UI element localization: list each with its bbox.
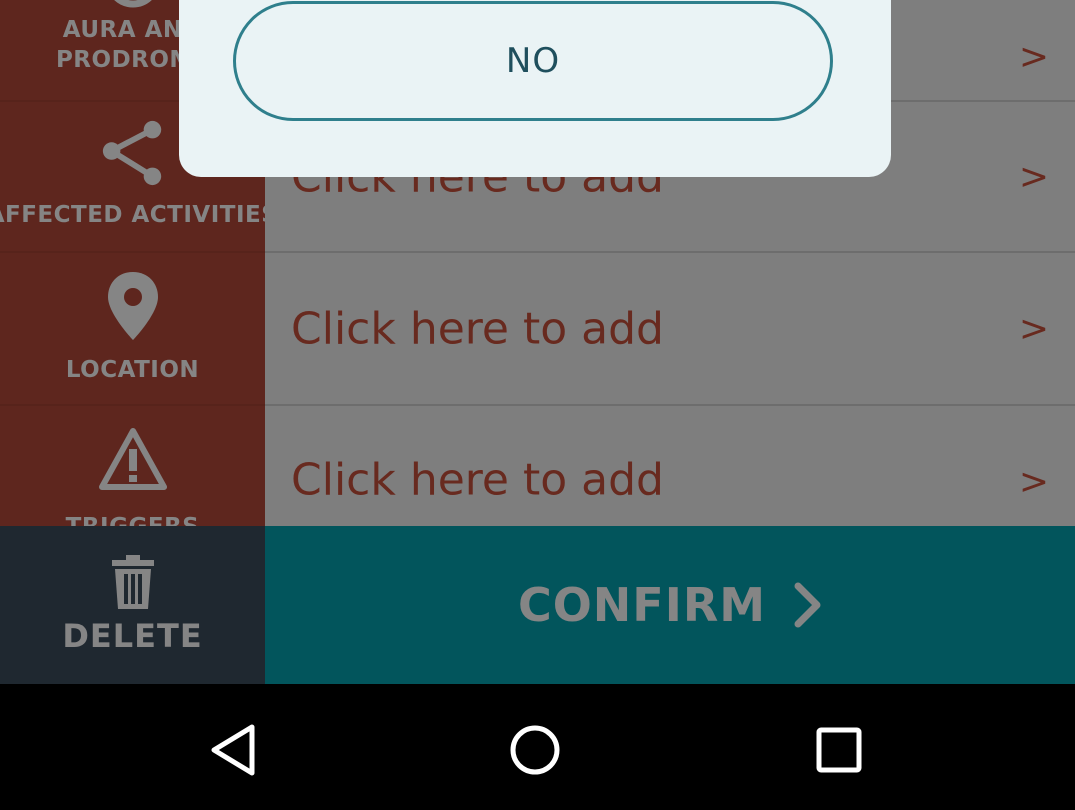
system-nav-bar — [0, 684, 1075, 810]
recents-icon[interactable] — [809, 720, 869, 780]
no-label: NO — [505, 41, 561, 81]
no-button[interactable]: NO — [233, 1, 833, 121]
home-icon[interactable] — [505, 720, 565, 780]
confirm-dialog: NO — [179, 0, 891, 177]
back-icon[interactable] — [203, 720, 263, 780]
